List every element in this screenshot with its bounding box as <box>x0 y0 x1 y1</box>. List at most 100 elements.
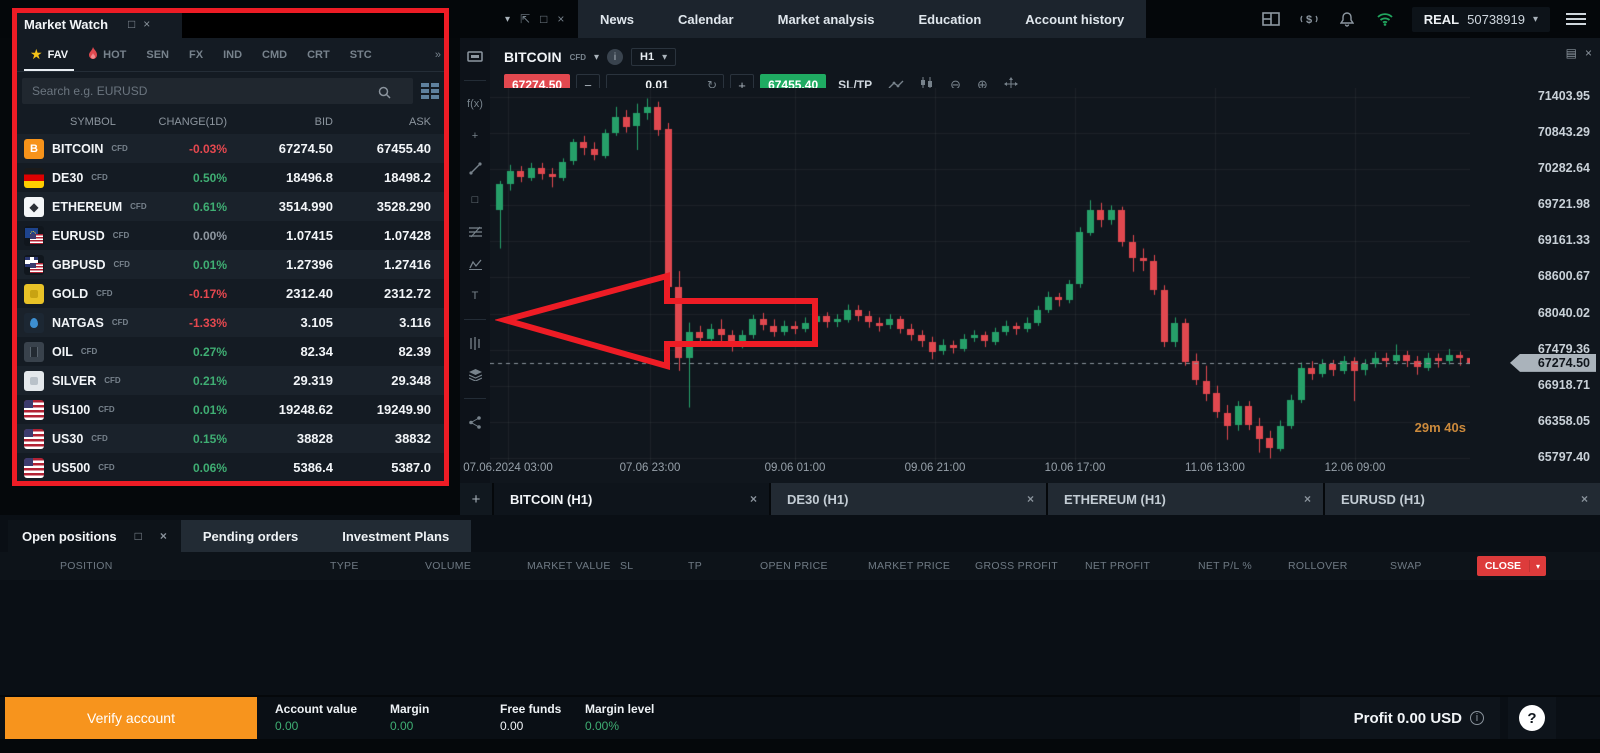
bid-value[interactable]: 3.105 <box>235 315 341 330</box>
layers-icon[interactable] <box>466 366 484 384</box>
trendline-icon[interactable] <box>466 159 484 177</box>
close-all-button[interactable]: CLOSE ▾ <box>1477 556 1546 576</box>
close-icon[interactable]: × <box>1585 46 1592 60</box>
chart-tab-eurusd-h1[interactable]: EURUSD (H1)× <box>1325 483 1600 515</box>
instrument-row-eurusd[interactable]: EURUSDCFD0.00%1.074151.07428 <box>14 221 447 250</box>
crosshair-icon[interactable]: + <box>466 127 484 145</box>
rectangle-icon[interactable]: □ <box>466 191 484 209</box>
tab-pending-orders[interactable]: Pending orders <box>181 520 320 552</box>
instrument-row-us100[interactable]: US100CFD0.01%19248.6219249.90 <box>14 395 447 424</box>
chart-symbol[interactable]: BITCOIN <box>504 49 562 65</box>
ask-value[interactable]: 18498.2 <box>341 170 439 185</box>
fibonacci-icon[interactable] <box>466 223 484 241</box>
close-icon[interactable]: × <box>557 12 564 26</box>
bid-value[interactable]: 67274.50 <box>235 141 341 156</box>
hamburger-menu-icon[interactable] <box>1566 13 1586 25</box>
indicators-fx-icon[interactable]: f(x) <box>466 95 484 113</box>
close-icon[interactable]: × <box>160 530 167 542</box>
info-icon[interactable]: i <box>1470 711 1484 725</box>
bid-value[interactable]: 18496.8 <box>235 170 341 185</box>
ask-value[interactable]: 19249.90 <box>341 402 439 417</box>
pattern-icon[interactable] <box>466 255 484 273</box>
instrument-row-de30[interactable]: DE30CFD0.50%18496.818498.2 <box>14 163 447 192</box>
market-tab-fx[interactable]: FX <box>179 38 213 71</box>
bid-value[interactable]: 19248.62 <box>235 402 341 417</box>
bid-value[interactable]: 5386.4 <box>235 460 341 475</box>
chevron-down-icon[interactable]: ▾ <box>594 52 599 63</box>
ask-value[interactable]: 29.348 <box>341 373 439 388</box>
ask-value[interactable]: 3528.290 <box>341 199 439 214</box>
market-tab-sen[interactable]: SEN <box>136 38 179 71</box>
bid-value[interactable]: 1.07415 <box>235 228 341 243</box>
market-tab-cmd[interactable]: CMD <box>252 38 297 71</box>
grid-view-icon[interactable] <box>421 83 439 99</box>
close-icon[interactable]: × <box>1027 492 1034 506</box>
bid-value[interactable]: 38828 <box>235 431 341 446</box>
ask-value[interactable]: 1.07428 <box>341 228 439 243</box>
share-icon[interactable] <box>466 413 484 431</box>
sound-dollar-icon[interactable]: $ <box>1298 8 1320 30</box>
instrument-row-natgas[interactable]: NATGASCFD-1.33%3.1053.116 <box>14 308 447 337</box>
instrument-row-us30[interactable]: US30CFD0.15%3882838832 <box>14 424 447 453</box>
ask-value[interactable]: 1.27416 <box>341 257 439 272</box>
market-tab-ind[interactable]: IND <box>213 38 252 71</box>
bid-value[interactable]: 1.27396 <box>235 257 341 272</box>
ask-value[interactable]: 67455.40 <box>341 141 439 156</box>
time-axis[interactable]: 07.06.2024 03:0007.06 23:0009.06 01:0009… <box>490 462 1470 480</box>
market-tab-stc[interactable]: STC <box>340 38 382 71</box>
instrument-row-ethereum[interactable]: ◆ETHEREUMCFD0.61%3514.9903528.290 <box>14 192 447 221</box>
close-icon[interactable]: × <box>1304 492 1311 506</box>
price-axis[interactable]: 71403.9570843.2970282.6469721.9869161.33… <box>1470 88 1600 468</box>
instrument-row-bitcoin[interactable]: BBITCOINCFD-0.03%67274.5067455.40 <box>14 134 447 163</box>
search-input[interactable] <box>22 78 413 104</box>
maximize-icon[interactable]: □ <box>135 530 142 542</box>
close-icon[interactable]: × <box>1581 492 1588 506</box>
popout-icon[interactable]: ⇱ <box>520 12 530 26</box>
search-icon[interactable] <box>378 86 391 104</box>
ask-value[interactable]: 38832 <box>341 431 439 446</box>
close-icon[interactable]: × <box>750 492 757 506</box>
chart-tab-de30-h1[interactable]: DE30 (H1)× <box>771 483 1046 515</box>
wifi-icon[interactable] <box>1374 8 1396 30</box>
caret-down-icon[interactable]: ▾ <box>505 14 510 25</box>
chart-tab-bitcoin-h1[interactable]: BITCOIN (H1)× <box>494 483 769 515</box>
bid-value[interactable]: 29.319 <box>235 373 341 388</box>
verify-account-button[interactable]: Verify account <box>5 697 257 739</box>
instrument-row-us500[interactable]: US500CFD0.06%5386.45387.0 <box>14 453 447 482</box>
candlestick-chart[interactable] <box>490 88 1470 466</box>
info-icon[interactable]: i <box>607 49 623 65</box>
market-watch-titlebar[interactable]: Market Watch □ × <box>14 10 182 38</box>
instrument-row-gold[interactable]: GOLDCFD-0.17%2312.402312.72 <box>14 279 447 308</box>
bid-value[interactable]: 82.34 <box>235 344 341 359</box>
instrument-row-oil[interactable]: OILCFD0.27%82.3482.39 <box>14 337 447 366</box>
text-icon[interactable]: T <box>466 287 484 305</box>
market-tab-fav[interactable]: ★FAV <box>20 38 78 71</box>
volume-profile-icon[interactable] <box>466 334 484 352</box>
chart-tab-ethereum-h1[interactable]: ETHEREUM (H1)× <box>1048 483 1323 515</box>
maximize-icon[interactable]: □ <box>540 12 547 26</box>
add-chart-button[interactable]: + <box>460 483 492 515</box>
ask-value[interactable]: 2312.72 <box>341 286 439 301</box>
interval-selector[interactable]: H1 ▾ <box>631 48 676 66</box>
account-selector[interactable]: REAL 50738919 ▾ <box>1412 7 1550 32</box>
nav-tab-market-analysis[interactable]: Market analysis <box>756 0 897 38</box>
tab-open-positions[interactable]: Open positions □ × <box>8 520 181 552</box>
bell-icon[interactable] <box>1336 8 1358 30</box>
layout-icon[interactable] <box>1260 8 1282 30</box>
nav-tab-education[interactable]: Education <box>896 0 1003 38</box>
maximize-icon[interactable]: □ <box>128 18 135 30</box>
close-icon[interactable]: × <box>143 18 150 30</box>
nav-tab-news[interactable]: News <box>578 0 656 38</box>
help-button[interactable]: ? <box>1519 705 1545 731</box>
bid-value[interactable]: 3514.990 <box>235 199 341 214</box>
tab-investment-plans[interactable]: Investment Plans <box>320 520 471 552</box>
instrument-row-gbpusd[interactable]: GBPUSDCFD0.01%1.273961.27416 <box>14 250 447 279</box>
market-tab-hot[interactable]: HOT <box>78 38 136 71</box>
nav-tab-account-history[interactable]: Account history <box>1003 0 1146 38</box>
collapse-icon[interactable]: ▤ <box>1566 46 1577 60</box>
chart-display-icon[interactable] <box>466 48 484 66</box>
nav-tab-calendar[interactable]: Calendar <box>656 0 756 38</box>
chevrons-right-icon[interactable]: » <box>435 49 441 61</box>
ask-value[interactable]: 3.116 <box>341 315 439 330</box>
market-tab-crt[interactable]: CRT <box>297 38 340 71</box>
